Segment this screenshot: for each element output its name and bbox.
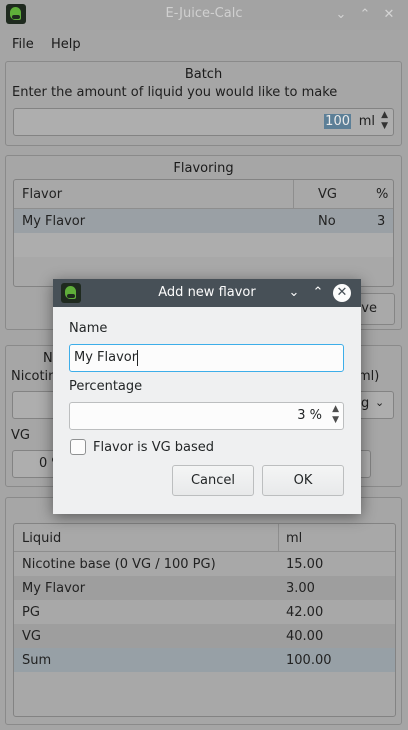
col-flavor[interactable]: Flavor [22,187,62,202]
ml-cell: 3.00 [286,581,315,596]
flavor-pct-cell: 3 [377,214,386,229]
table-row[interactable]: My Flavor No 3 [14,209,393,233]
col-ml[interactable]: ml [286,531,302,546]
menubar: File Help [0,34,408,56]
menu-file[interactable]: File [12,37,34,52]
batch-prompt: Enter the amount of liquid you would lik… [12,85,338,100]
liquid-cell: PG [22,605,40,620]
dialog-close-icon[interactable]: ✕ [333,284,351,302]
vg-based-checkbox[interactable] [70,439,86,455]
nicotine-label: Nicotin [11,369,57,384]
text-cursor [137,350,138,366]
percentage-label: Percentage [69,379,143,394]
col-liquid[interactable]: Liquid [22,531,61,546]
cancel-button[interactable]: Cancel [172,465,254,496]
flavor-name-cell: My Flavor [22,214,86,229]
name-label: Name [69,321,108,336]
flavor-name-value: My Flavor [74,350,138,365]
remove-flavor-label: ve [361,301,377,316]
ok-button[interactable]: OK [262,465,344,496]
flavor-table-header: Flavor VG % [14,180,393,209]
liquid-cell: Sum [22,653,52,668]
table-row[interactable]: VG 40.00 [14,624,395,648]
vg-label: VG [11,428,30,443]
flavor-name-input[interactable]: My Flavor [69,344,344,372]
vg-based-label[interactable]: Flavor is VG based [93,440,214,455]
batch-amount-spinbox[interactable]: 100 ml ▲ ▼ [13,108,394,136]
close-icon[interactable]: ✕ [380,6,398,24]
flavor-table[interactable]: Flavor VG % My Flavor No 3 [13,179,394,287]
liquid-cell: VG [22,629,41,644]
table-row[interactable]: Nicotine base (0 VG / 100 PG) 15.00 [14,552,395,576]
batch-title: Batch [184,67,223,82]
add-flavor-dialog: Add new flavor ⌄ ⌃ ✕ Name My Flavor Perc… [53,279,361,514]
dialog-maximize-icon[interactable]: ⌃ [309,284,327,302]
batch-amount-value[interactable]: 100 [324,114,351,129]
ml-cell: 42.00 [286,605,324,620]
batch-unit: ml [358,114,375,129]
table-row [14,233,393,257]
table-row[interactable]: My Flavor 3.00 [14,576,395,600]
col-divider [293,180,294,209]
table-row[interactable]: Sum 100.00 [14,648,395,672]
menu-help[interactable]: Help [51,37,81,52]
col-percent[interactable]: % [376,187,388,202]
maximize-icon[interactable]: ⌃ [356,6,374,24]
ml-cell: 100.00 [286,653,332,668]
percentage-value: 3 % [297,408,322,423]
col-vg[interactable]: VG [318,187,337,202]
table-row[interactable]: PG 42.00 [14,600,395,624]
percentage-spinbox[interactable]: 3 % ▲ ▼ [69,402,344,430]
minimize-icon[interactable]: ⌄ [332,6,350,24]
result-group: Liquid ml Nicotine base (0 VG / 100 PG) … [5,497,402,725]
nicotine-select-value: g [361,396,370,411]
flavor-vg-cell: No [318,214,336,229]
spin-arrows-icon[interactable]: ▲ ▼ [381,110,388,132]
ml-cell: 15.00 [286,557,324,572]
ml-cell: 40.00 [286,629,324,644]
dialog-titlebar[interactable]: Add new flavor ⌄ ⌃ ✕ [53,279,361,307]
chevron-down-icon: ⌄ [375,396,385,409]
nicotine-unit-label: ml) [358,369,380,384]
liquid-cell: Nicotine base (0 VG / 100 PG) [22,557,216,572]
batch-group: Batch Enter the amount of liquid you wou… [5,61,402,146]
flavoring-title: Flavoring [173,161,234,176]
result-table[interactable]: Liquid ml Nicotine base (0 VG / 100 PG) … [13,523,396,717]
liquid-cell: My Flavor [22,581,86,596]
result-table-header: Liquid ml [14,524,395,552]
spin-arrows-icon[interactable]: ▲ ▼ [332,404,339,426]
dialog-minimize-icon[interactable]: ⌄ [285,284,303,302]
col-divider [278,524,279,552]
window-titlebar[interactable]: E-Juice-Calc ⌄ ⌃ ✕ [0,0,408,30]
